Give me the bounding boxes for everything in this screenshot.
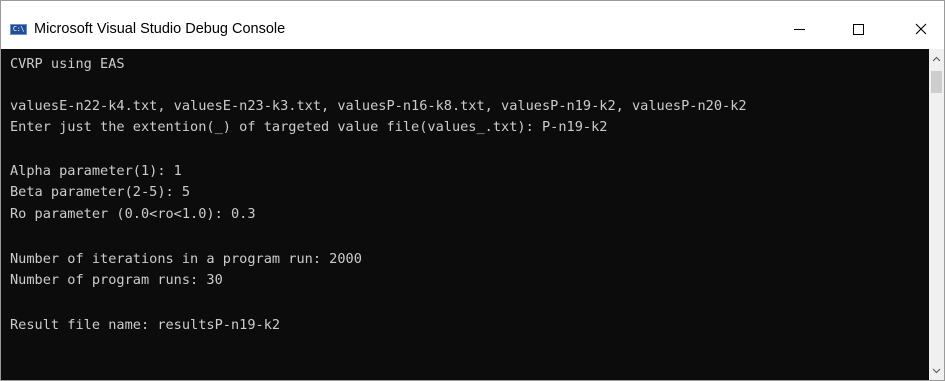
scroll-up-button[interactable] — [929, 51, 944, 66]
chevron-down-icon — [932, 368, 941, 373]
chevron-up-icon — [932, 56, 941, 61]
vertical-scrollbar[interactable] — [929, 49, 944, 380]
console-line: Enter just the extention(_) of targeted … — [10, 119, 608, 135]
window-title: Microsoft Visual Studio Debug Console — [34, 21, 286, 37]
console-line: Beta parameter(2-5): 5 — [10, 184, 191, 200]
minimize-icon — [793, 28, 805, 30]
maximize-icon — [852, 23, 864, 35]
console-line: Result file name: resultsP-n19-k2 — [10, 317, 281, 333]
minimize-button[interactable] — [776, 1, 822, 49]
console-app-icon[interactable]: C:\ — [10, 24, 27, 35]
maximize-button[interactable] — [835, 1, 881, 49]
console-line: CVRP using EAS — [10, 56, 125, 72]
close-icon — [915, 23, 927, 35]
console-window: C:\ Microsoft Visual Studio Debug Consol… — [0, 0, 945, 381]
console-line: valuesE-n22-k4.txt, valuesE-n23-k3.txt, … — [10, 98, 747, 114]
console-line: Number of program runs: 30 — [10, 272, 223, 288]
scroll-down-button[interactable] — [929, 363, 944, 378]
console-output[interactable]: CVRP using EAS valuesE-n22-k4.txt, value… — [1, 49, 929, 380]
title-bar[interactable]: C:\ Microsoft Visual Studio Debug Consol… — [1, 1, 944, 49]
console-line: Ro parameter (0.0<ro<1.0): 0.3 — [10, 206, 256, 222]
close-button[interactable] — [898, 1, 944, 49]
scrollbar-thumb[interactable] — [931, 71, 942, 93]
console-line: Alpha parameter(1): 1 — [10, 163, 182, 179]
console-line: Number of iterations in a program run: 2… — [10, 251, 362, 267]
